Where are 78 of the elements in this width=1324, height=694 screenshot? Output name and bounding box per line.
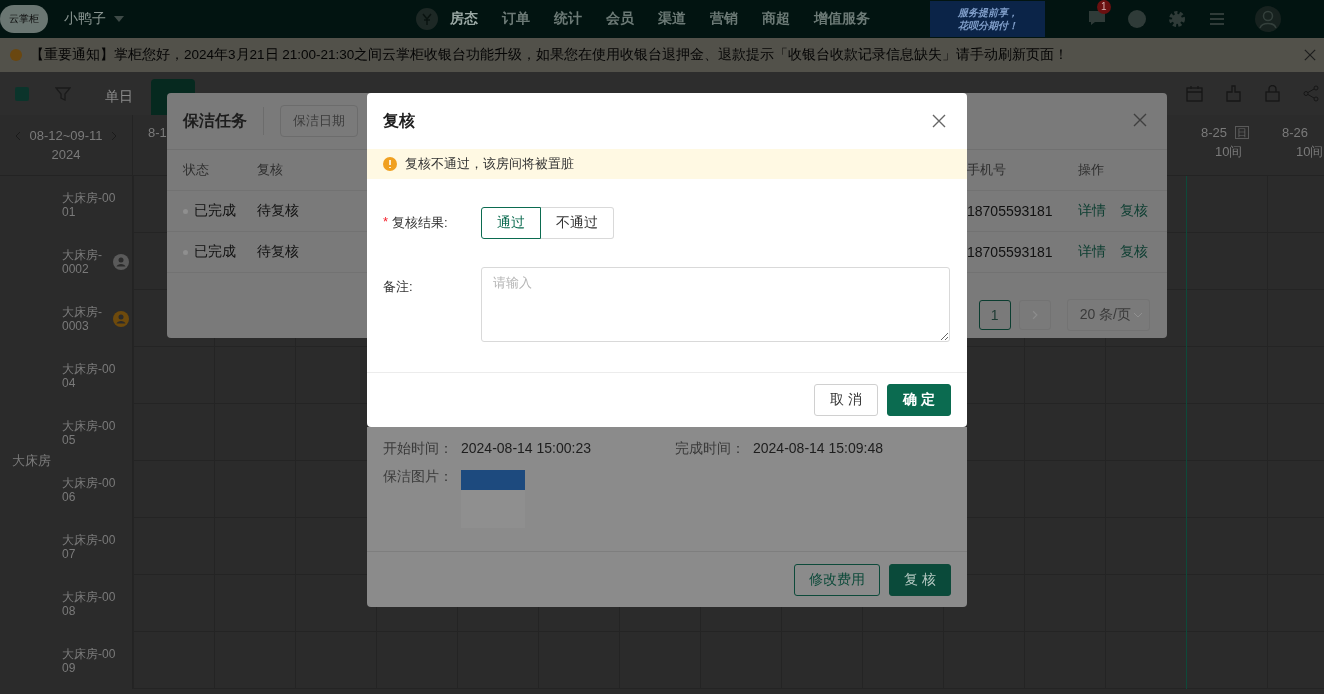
column-header: 手机号 (967, 161, 1006, 179)
settings-icon[interactable] (1167, 9, 1187, 29)
caret-icon[interactable] (114, 16, 124, 22)
nav-item[interactable]: 房态 (438, 10, 490, 28)
room-name: 大床房-0006 (62, 475, 117, 504)
action-link[interactable]: 复核 (1120, 202, 1148, 220)
notice-text: 【重要通知】掌柜您好，2024年3月21日 21:00-21:30之间云掌柜收银台功能升级，如果您在使用收银台退押金、退款提示「收银台收款记录信息缺失」请手动刷新页面！ (30, 46, 1069, 64)
room-count: 10间 (1215, 143, 1244, 161)
promo-banner[interactable]: 服务提前享， 花呗分期付！ (930, 1, 1045, 37)
status-text: 已完成 (194, 202, 236, 220)
room-name: 大床房-0004 (62, 361, 117, 390)
dialog-button[interactable]: 修改费用 (794, 563, 881, 596)
cloud-logo: 云掌柜 (0, 5, 48, 33)
lock-icon[interactable] (1264, 85, 1281, 102)
nav-item[interactable]: 渠道 (646, 10, 698, 28)
page-size-select[interactable]: 20 条/页 (1066, 299, 1150, 331)
store-name[interactable]: 小鸭子 (64, 10, 106, 28)
square-icon[interactable] (15, 86, 29, 101)
warning-icon (10, 49, 22, 61)
room-name: 大床房-0009 (62, 646, 117, 675)
close-icon[interactable] (932, 114, 946, 128)
room-name: 大床房-0007 (62, 532, 117, 561)
avatar-icon[interactable] (1255, 6, 1281, 32)
field-label: 复核结果: (392, 214, 448, 232)
yen-icon[interactable] (416, 8, 438, 30)
room-name: 大床房-0002 (62, 247, 103, 276)
column-date: 8-25 (1201, 125, 1228, 140)
nav-item[interactable]: 会员 (594, 10, 646, 28)
date-range: 08-12~09-11 (29, 128, 103, 143)
field-label: 开始时间： (383, 440, 453, 458)
required-mark: * (383, 214, 389, 231)
field-label: 完成时间： (675, 440, 745, 458)
phone-number: 18705593181 (967, 203, 1053, 219)
notification-badge: 1 (1097, 0, 1111, 14)
close-icon[interactable] (1133, 113, 1147, 127)
field-value: 2024-08-14 15:00:23 (461, 440, 591, 458)
result-option[interactable]: 不通过 (541, 207, 614, 239)
dialog-title: 保洁任务 (183, 110, 247, 131)
status-text: 已完成 (194, 243, 236, 261)
remark-field[interactable]: 请输入 (481, 267, 950, 342)
room-name: 大床房-0003 (62, 304, 103, 333)
room-count: 10间 (1296, 143, 1324, 161)
room-name: 大床房-0008 (62, 589, 117, 618)
column-header: 操作 (1078, 161, 1104, 179)
room-name: 大床房-0001 (62, 190, 117, 219)
column-date: 8-26 (1282, 125, 1309, 140)
action-link[interactable]: 详情 (1078, 243, 1106, 261)
result-option[interactable]: 通过 (481, 207, 541, 239)
review-status: 待复核 (257, 243, 299, 261)
nav-item[interactable]: 统计 (542, 10, 594, 28)
field-label: 备注: (383, 278, 413, 296)
nav-item[interactable]: 订单 (490, 10, 542, 28)
dialog-button[interactable]: 复 核 (889, 563, 951, 596)
room-type: 大床房 (12, 451, 51, 470)
page-button[interactable]: 1 (978, 300, 1011, 330)
view-tab[interactable]: 单日 (91, 79, 147, 115)
nav-item[interactable]: 增值服务 (802, 10, 882, 28)
field-label: 保洁图片： (383, 468, 453, 486)
phone-number: 18705593181 (967, 244, 1053, 260)
warning-icon (383, 157, 397, 171)
action-link[interactable]: 详情 (1078, 202, 1106, 220)
modal-button[interactable]: 确 定 (887, 384, 951, 416)
column-header: 复核 (257, 161, 283, 179)
field-value: 2024-08-14 15:09:48 (753, 440, 883, 458)
photo-placeholder[interactable] (461, 470, 525, 528)
column-date: 8-1 (148, 125, 167, 140)
action-link[interactable]: 复核 (1120, 243, 1148, 261)
warning-text: 复核不通过，该房间将被置脏 (405, 155, 574, 173)
modal-button[interactable]: 取 消 (814, 384, 879, 416)
date-filter[interactable]: 保洁日期 (280, 105, 358, 137)
column-header: 状态 (183, 161, 209, 179)
next-page-icon[interactable] (1018, 300, 1051, 330)
year-label: 2024 (51, 147, 81, 162)
nav-item[interactable]: 营销 (698, 10, 750, 28)
nav-item[interactable]: 商超 (750, 10, 802, 28)
review-status: 待复核 (257, 202, 299, 220)
modal-title: 复核 (383, 110, 415, 131)
room-name: 大床房-0005 (62, 418, 117, 447)
